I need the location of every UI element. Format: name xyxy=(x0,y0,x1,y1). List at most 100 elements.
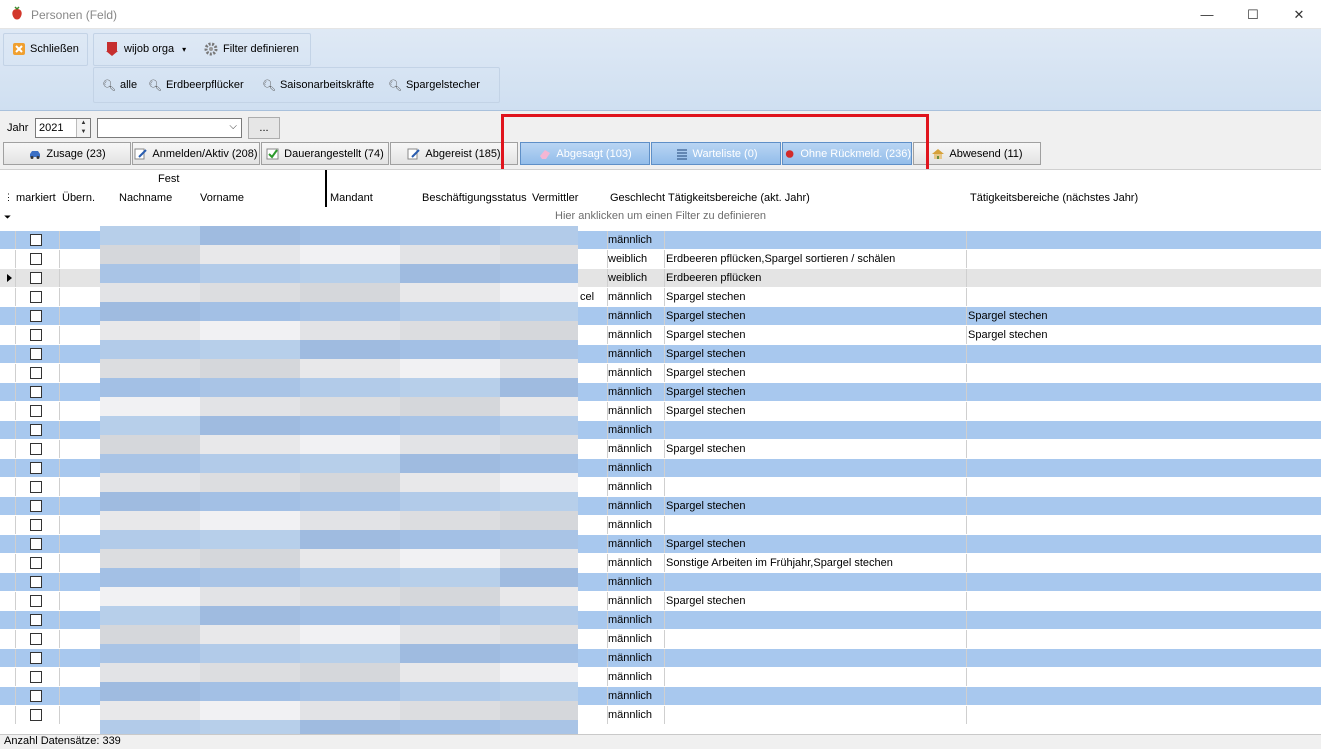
redacted-cell xyxy=(500,340,578,359)
column-header-vorname[interactable]: Vorname xyxy=(200,192,244,204)
geschlecht-cell: männlich xyxy=(608,481,653,493)
markiert-checkbox[interactable] xyxy=(30,709,42,721)
tab-label: Zusage (23) xyxy=(46,147,106,160)
cell-divider xyxy=(966,440,967,458)
redacted-cell xyxy=(300,701,400,720)
geschlecht-cell: männlich xyxy=(608,595,653,607)
markiert-checkbox[interactable] xyxy=(30,253,42,265)
column-header-mandant[interactable]: Mandant xyxy=(330,192,373,204)
column-header-nachname[interactable]: Nachname xyxy=(119,192,172,204)
quick-filter-spargelstecher[interactable]: 🔍︎ Spargelstecher xyxy=(384,74,484,96)
markiert-checkbox[interactable] xyxy=(30,405,42,417)
column-header-beschaeftigungsstatus[interactable]: Beschäftigungsstatus xyxy=(422,192,527,204)
markiert-checkbox[interactable] xyxy=(30,690,42,702)
redacted-cell xyxy=(500,264,578,283)
column-chooser-icon[interactable]: ⋮ xyxy=(4,192,13,203)
column-header-taetigkeitsbereiche-akt[interactable]: Tätigkeitsbereiche (akt. Jahr) xyxy=(668,192,810,204)
cell-divider xyxy=(966,269,967,287)
column-header-vermittler[interactable]: Vermittler xyxy=(532,192,578,204)
filter-define-button[interactable]: Filter definieren xyxy=(199,38,303,60)
tab-abgereist[interactable]: Abgereist (185) xyxy=(390,142,518,165)
markiert-checkbox[interactable] xyxy=(30,462,42,474)
cell-divider xyxy=(15,516,16,534)
redacted-cell xyxy=(100,473,200,492)
search-icon: 🔍︎ xyxy=(262,79,276,92)
geschlecht-cell: männlich xyxy=(608,405,653,417)
redacted-cell xyxy=(500,568,578,587)
cell-divider xyxy=(59,706,60,724)
filter-combobox[interactable]: ⌵ xyxy=(97,118,242,138)
column-header-taetigkeitsbereiche-naechstes[interactable]: Tätigkeitsbereiche (nächstes Jahr) xyxy=(970,192,1138,204)
column-header-geschlecht[interactable]: Geschlecht xyxy=(610,192,665,204)
markiert-checkbox[interactable] xyxy=(30,272,42,284)
geschlecht-cell: männlich xyxy=(608,576,653,588)
markiert-checkbox[interactable] xyxy=(30,234,42,246)
redacted-cell xyxy=(100,511,200,530)
column-header-markiert[interactable]: markiert xyxy=(16,192,56,204)
tab-dauerangestellt[interactable]: Dauerangestellt (74) xyxy=(261,142,389,165)
geschlecht-cell: männlich xyxy=(608,652,653,664)
markiert-checkbox[interactable] xyxy=(30,614,42,626)
quick-filter-erdbeerpfluecker[interactable]: 🔍︎ Erdbeerpflücker xyxy=(144,74,248,96)
redacted-cell xyxy=(400,283,500,302)
cell-divider xyxy=(664,459,665,477)
cell-divider xyxy=(664,250,665,268)
filter-row-hint[interactable]: Hier anklicken um einen Filter zu defini… xyxy=(0,207,1321,226)
redacted-cell xyxy=(200,302,300,321)
close-button[interactable]: Schließen xyxy=(8,38,83,60)
redacted-cell xyxy=(100,549,200,568)
redacted-cell xyxy=(500,530,578,549)
pencil-icon xyxy=(134,148,148,159)
markiert-checkbox[interactable] xyxy=(30,443,42,455)
tab-abgesagt[interactable]: Abgesagt (103) xyxy=(520,142,650,165)
more-options-button[interactable]: ... xyxy=(248,117,280,139)
redacted-cell xyxy=(300,511,400,530)
redacted-cell xyxy=(300,644,400,663)
markiert-checkbox[interactable] xyxy=(30,557,42,569)
markiert-checkbox[interactable] xyxy=(30,424,42,436)
close-window-button[interactable]: ✕ xyxy=(1276,0,1321,29)
list-icon xyxy=(676,148,687,160)
redacted-cell xyxy=(100,340,200,359)
redacted-cell xyxy=(400,511,500,530)
cell-divider xyxy=(59,573,60,591)
markiert-checkbox[interactable] xyxy=(30,348,42,360)
cell-divider xyxy=(664,383,665,401)
markiert-checkbox[interactable] xyxy=(30,386,42,398)
tab-warteliste[interactable]: Warteliste (0) xyxy=(651,142,781,165)
quick-filter-alle[interactable]: 🔍︎ alle xyxy=(98,74,141,96)
spinner-arrows-icon[interactable]: ▲ ▼ xyxy=(76,119,90,137)
cell-divider xyxy=(966,649,967,667)
markiert-checkbox[interactable] xyxy=(30,500,42,512)
markiert-checkbox[interactable] xyxy=(30,329,42,341)
wijob-orga-button[interactable]: wijob orga ▾ xyxy=(100,38,190,60)
cell-divider xyxy=(15,326,16,344)
tab-ohne-rueckmeldung[interactable]: Ohne Rückmeld. (236) xyxy=(782,142,912,165)
column-header-uebern[interactable]: Übern. xyxy=(62,192,95,204)
geschlecht-cell: männlich xyxy=(608,557,653,569)
markiert-checkbox[interactable] xyxy=(30,291,42,303)
markiert-checkbox[interactable] xyxy=(30,310,42,322)
minimize-button[interactable]: — xyxy=(1184,0,1230,29)
year-spinner[interactable]: 2021 ▲ ▼ xyxy=(35,118,91,138)
quick-filter-saisonarbeitskraefte[interactable]: 🔍︎ Saisonarbeitskräfte xyxy=(258,74,378,96)
tab-abwesend[interactable]: Abwesend (11) xyxy=(913,142,1041,165)
markiert-checkbox[interactable] xyxy=(30,519,42,531)
markiert-checkbox[interactable] xyxy=(30,652,42,664)
maximize-button[interactable]: ☐ xyxy=(1230,0,1276,29)
markiert-checkbox[interactable] xyxy=(30,481,42,493)
redacted-cell xyxy=(300,587,400,606)
markiert-checkbox[interactable] xyxy=(30,367,42,379)
markiert-checkbox[interactable] xyxy=(30,633,42,645)
markiert-checkbox[interactable] xyxy=(30,671,42,683)
cell-divider xyxy=(59,231,60,249)
markiert-checkbox[interactable] xyxy=(30,538,42,550)
markiert-checkbox[interactable] xyxy=(30,595,42,607)
redacted-cell xyxy=(100,682,200,701)
markiert-checkbox[interactable] xyxy=(30,576,42,588)
redacted-cell xyxy=(300,435,400,454)
tab-anmelden-aktiv[interactable]: Anmelden/Aktiv (208) xyxy=(132,142,260,165)
geschlecht-cell: männlich xyxy=(608,519,653,531)
redacted-cell xyxy=(100,568,200,587)
tab-zusage[interactable]: Zusage (23) xyxy=(3,142,131,165)
